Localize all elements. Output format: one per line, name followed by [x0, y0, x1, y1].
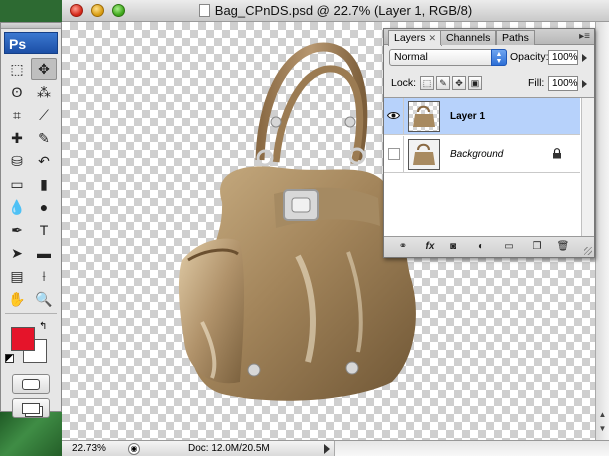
scroll-down-icon[interactable]: ▼ — [598, 424, 607, 433]
dodge-tool-icon[interactable]: ● — [31, 196, 57, 218]
status-menu-arrow-icon[interactable] — [324, 444, 330, 454]
tools-palette: Ps ⬚ ✥ ʘ ⁂ ⌗ ⟋ ✚ ✎ ⛁ ↶ ▭ ▮ 💧 ● ✒ T ➤ ▬ ▤ ⟊ ✋ 🔍 ↰ — [0, 22, 62, 418]
tab-layers-label: Layers — [394, 32, 426, 44]
vertical-scrollbar[interactable]: ▲ ▼ — [595, 22, 609, 440]
quick-mask-icon — [22, 378, 40, 390]
eraser-tool-icon[interactable]: ▭ — [4, 173, 30, 195]
layers-panel-footer: ⚭ fx ◙ ◐ ▭ ❐ 🗑 — [384, 237, 594, 257]
foreground-color-swatch[interactable] — [11, 327, 35, 351]
layer-style-icon[interactable]: fx — [420, 241, 440, 253]
slice-tool-icon[interactable]: ⟋ — [31, 104, 57, 126]
history-brush-tool-icon[interactable]: ↶ — [31, 150, 57, 172]
status-bar: 22.73% ◉ Doc: 12.0M/20.5M — [62, 440, 609, 456]
blend-mode-value: Normal — [394, 51, 428, 63]
path-selection-tool-icon[interactable]: ➤ — [4, 242, 30, 264]
lasso-tool-icon[interactable]: ʘ — [4, 81, 30, 103]
adjustment-layer-icon[interactable]: ◐ — [474, 241, 488, 253]
move-tool-icon[interactable]: ✥ — [31, 58, 57, 80]
fill-slider-arrow-icon[interactable] — [582, 80, 587, 88]
layer-row-background[interactable]: Background — [384, 136, 580, 173]
layer-thumbnail[interactable] — [408, 101, 440, 132]
link-layers-icon[interactable]: ⚭ — [392, 241, 414, 253]
shape-tool-icon[interactable]: ▬ — [31, 242, 57, 264]
status-options-icon[interactable]: ◉ — [128, 443, 140, 455]
layer-row-layer-1[interactable]: Layer 1 — [384, 98, 580, 135]
layer-name[interactable]: Background — [450, 149, 503, 160]
visibility-cell[interactable] — [384, 136, 404, 173]
desktop-background — [0, 412, 62, 456]
tab-paths[interactable]: Paths — [496, 30, 535, 45]
layer-thumbnail[interactable] — [408, 139, 440, 170]
select-arrows-icon: ▲ ▼ — [491, 49, 507, 66]
tool-grid: ⬚ ✥ ʘ ⁂ ⌗ ⟋ ✚ ✎ ⛁ ↶ ▭ ▮ 💧 ● ✒ T ➤ ▬ ▤ ⟊ ✋ 🔍 — [1, 58, 61, 310]
healing-brush-tool-icon[interactable]: ✚ — [4, 127, 30, 149]
lock-all-icon[interactable]: ▣ — [468, 76, 482, 90]
visibility-cell[interactable] — [384, 98, 404, 135]
tools-palette-header[interactable] — [1, 23, 61, 29]
scroll-up-icon[interactable]: ▲ — [598, 410, 607, 419]
bag-thumbnail-icon — [413, 143, 435, 165]
panel-tab-row: Layers ✕ Channels Paths ▸≡ — [384, 29, 594, 46]
magic-wand-tool-icon[interactable]: ⁂ — [31, 81, 57, 103]
blend-opacity-row: Normal ▲ ▼ Opacity: 100% — [384, 47, 594, 69]
layer-name[interactable]: Layer 1 — [450, 111, 485, 122]
default-colors-icon[interactable] — [5, 354, 14, 363]
lock-label: Lock: — [391, 77, 417, 89]
blend-mode-select[interactable]: Normal ▲ ▼ — [389, 49, 507, 66]
tools-separator — [5, 313, 57, 314]
blur-tool-icon[interactable]: 💧 — [4, 196, 30, 218]
fill-label: Fill: — [528, 77, 545, 89]
lock-position-icon[interactable]: ✥ — [452, 76, 466, 90]
brush-tool-icon[interactable]: ✎ — [31, 127, 57, 149]
opacity-label: Opacity: — [510, 51, 549, 63]
eyedropper-tool-icon[interactable]: ⟊ — [31, 265, 57, 287]
eye-icon[interactable] — [387, 111, 400, 120]
pen-tool-icon[interactable]: ✒ — [4, 219, 30, 241]
type-tool-icon[interactable]: T — [31, 219, 57, 241]
quick-mask-button[interactable] — [12, 374, 50, 394]
add-mask-icon[interactable]: ◙ — [446, 241, 460, 253]
new-group-icon[interactable]: ▭ — [502, 241, 516, 253]
lock-fill-row: Lock: ⬚ ✎ ✥ ▣ Fill: 100% — [384, 73, 594, 95]
delete-layer-icon[interactable]: 🗑 — [556, 241, 570, 253]
screen-mode-button[interactable] — [12, 398, 50, 418]
crop-tool-icon[interactable]: ⌗ — [4, 104, 30, 126]
document-icon — [198, 4, 210, 17]
clone-stamp-tool-icon[interactable]: ⛁ — [4, 150, 30, 172]
resize-grip[interactable] — [584, 247, 592, 255]
new-layer-icon[interactable]: ❐ — [530, 241, 544, 253]
layer-list-scrollbar[interactable] — [581, 98, 594, 236]
swap-colors-icon[interactable]: ↰ — [39, 321, 47, 332]
visibility-toggle[interactable] — [388, 148, 400, 160]
document-size: Doc: 12.0M/20.5M — [188, 443, 270, 454]
screen-mode-icon — [22, 402, 40, 414]
panel-menu-icon[interactable]: ▸≡ — [579, 31, 590, 42]
marquee-tool-icon[interactable]: ⬚ — [4, 58, 30, 80]
lock-image-icon[interactable]: ✎ — [436, 76, 450, 90]
gradient-tool-icon[interactable]: ▮ — [31, 173, 57, 195]
tab-layers[interactable]: Layers ✕ — [388, 30, 443, 46]
opacity-field[interactable]: 100% — [548, 50, 578, 65]
lock-icon — [553, 148, 561, 159]
layers-panel: Layers ✕ Channels Paths ▸≡ Normal ▲ ▼ Opac… — [383, 28, 595, 258]
notes-tool-icon[interactable]: ▤ — [4, 265, 30, 287]
photoshop-logo[interactable]: Ps — [4, 32, 58, 54]
layer-list: Layer 1 Background — [384, 97, 594, 237]
zoom-level[interactable]: 22.73% — [72, 443, 106, 454]
zoom-tool-icon[interactable]: 🔍 — [31, 288, 57, 310]
fill-field[interactable]: 100% — [548, 76, 578, 91]
tab-channels[interactable]: Channels — [440, 30, 497, 45]
opacity-slider-arrow-icon[interactable] — [582, 54, 587, 62]
color-swatches: ↰ — [1, 318, 61, 370]
horizontal-scrollbar[interactable] — [334, 441, 609, 456]
window-title-wrap: Bag_CPnDS.psd @ 22.7% (Layer 1, RGB/8) — [62, 3, 609, 18]
close-tab-icon[interactable]: ✕ — [429, 33, 437, 43]
title-bar[interactable]: Bag_CPnDS.psd @ 22.7% (Layer 1, RGB/8) — [62, 0, 609, 22]
lock-transparent-icon[interactable]: ⬚ — [420, 76, 434, 90]
bag-thumbnail-icon — [413, 105, 435, 127]
hand-tool-icon[interactable]: ✋ — [4, 288, 30, 310]
window-title: Bag_CPnDS.psd @ 22.7% (Layer 1, RGB/8) — [214, 3, 473, 18]
